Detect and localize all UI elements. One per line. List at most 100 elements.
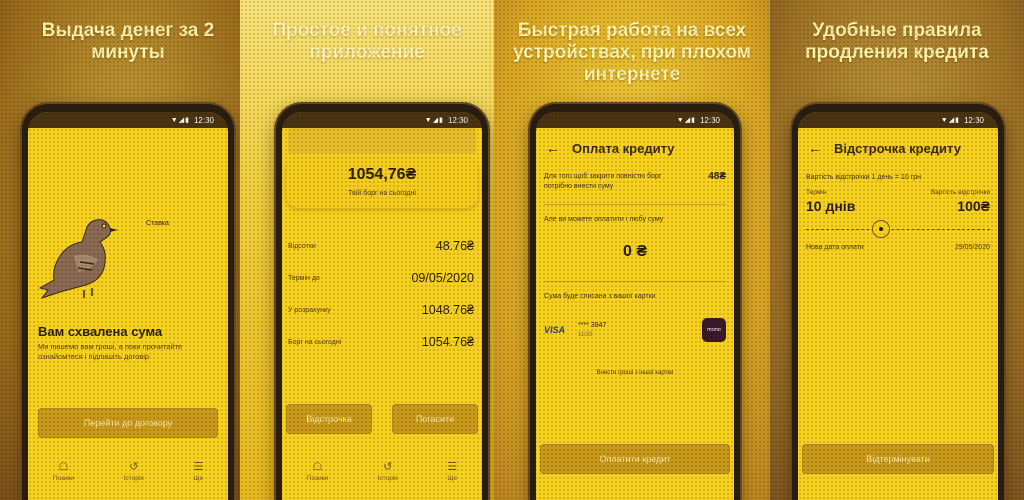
tab-history[interactable]: ↺ Історія (124, 460, 144, 482)
detail-value: 09/05/2020 (411, 271, 474, 285)
promo-panel-3: Быстрая работа на всех устройствах, при … (494, 0, 770, 500)
detail-row: У розрахунку 1048.76₴ (288, 294, 474, 326)
top-bar: ← Відстрочка кредиту (798, 128, 998, 168)
pay-credit-button[interactable]: Оплатити кредит (540, 444, 730, 474)
card-number: **** 3947 11/25 (578, 322, 606, 338)
loan-details: Відсотки 48.76₴ Термін до 09/05/2020 У р… (288, 230, 474, 358)
detail-row: Термін до 09/05/2020 (288, 262, 474, 294)
promo-panel-2: Простое и понятное приложение ▼◢▮ 12:30 … (240, 0, 494, 500)
debt-amount: 1054,76₴ (347, 166, 417, 183)
deferral-form: Вартість відстрочки 1 день = 10 грн Терм… (806, 174, 990, 251)
headline: Выдача денег за 2 минуты (41, 20, 215, 63)
phone-frame: ▼◢▮ 12:30 Ставка Вам схвалена сума Ми пи… (22, 104, 234, 500)
tab-loans[interactable]: ☖ Позики (53, 460, 74, 482)
headline: Быстрая работа на всех устройствах, при … (513, 20, 751, 85)
tab-bar: ☖ Позики ↺ Історія ☰ Ще (28, 456, 228, 496)
status-bar: ▼◢▮ 12:30 (536, 112, 734, 128)
card-debit-text: Сума буде списана з вашої картки (544, 293, 656, 300)
cost-per-day: Вартість відстрочки 1 день = 10 грн (806, 174, 921, 181)
payment-form: Для того щоб закрити повністю борг потрі… (544, 172, 726, 376)
tab-history[interactable]: ↺ Історія (378, 460, 398, 482)
menu-icon: ☰ (447, 461, 458, 473)
status-bar: ▼◢▮ 12:30 (28, 112, 228, 128)
term-block: Термін 10 днів (806, 189, 855, 214)
slider-knob[interactable] (872, 220, 891, 238)
bank-logo-icon: mono (702, 318, 726, 342)
phone-screen: ▼◢▮ 12:30 Ставка Вам схвалена сума Ми пи… (28, 112, 228, 500)
card-expiry: 11/25 (578, 332, 593, 338)
headline: Удобные правила продления кредита (805, 20, 989, 63)
go-to-contract-button[interactable]: Перейти до договору (38, 408, 218, 438)
tab-label: Історія (377, 475, 398, 482)
notice-banner (288, 128, 476, 154)
signal-icon: ▼◢▮ (940, 117, 960, 124)
status-time: 12:30 (193, 115, 214, 125)
repay-button[interactable]: Погасити (392, 404, 478, 434)
term-label: Термін (806, 189, 827, 196)
page-title: Відстрочка кредиту (834, 140, 961, 156)
tab-loans[interactable]: ☖ Позики (307, 460, 328, 482)
signal-icon: ▼◢▮ (424, 117, 444, 124)
detail-value: 1054.76₴ (421, 335, 474, 349)
term-summary: Термін 10 днів Вартість відстрочки 100₴ (806, 189, 990, 214)
other-card-link[interactable]: Внести гроші з іншої картки (544, 370, 726, 376)
amount-input[interactable]: 0 ₴ (544, 243, 726, 261)
pigeon-illustration (34, 202, 134, 302)
cost-value: 100₴ (957, 198, 990, 214)
tab-more[interactable]: ☰ Ще (447, 460, 457, 482)
tab-label: Ще (193, 475, 204, 482)
pigeon-icon (38, 219, 118, 299)
phone-frame: ▼◢▮ 12:30 ← Відстрочка кредиту Вартість … (792, 104, 1004, 500)
tab-more[interactable]: ☰ Ще (193, 460, 203, 482)
divider (544, 281, 726, 282)
new-date-row: Нова дата оплати 29/05/2020 (806, 244, 990, 251)
promo-panel-1: Выдача денег за 2 минуты ▼◢▮ 12:30 Ставк… (0, 0, 256, 500)
detail-label: Відсотки (288, 242, 316, 250)
headline: Простое и понятное приложение (272, 20, 462, 63)
new-date-value: 29/05/2020 (954, 244, 990, 251)
status-bar: ▼◢▮ 12:30 (798, 112, 998, 128)
loan-icon: ☖ (312, 461, 323, 473)
divider (544, 204, 726, 205)
new-date-label: Нова дата оплати (806, 244, 864, 251)
back-arrow-icon[interactable]: ← (808, 140, 822, 156)
tab-bar: ☖ Позики ↺ Історія ☰ Ще (282, 456, 482, 496)
speech-bubble: Ставка (146, 220, 169, 227)
detail-row: Борг на сьогодні 1054.76₴ (288, 326, 474, 358)
slider-track (806, 229, 990, 230)
detail-label: Термін до (288, 274, 320, 282)
detail-value: 48.76₴ (435, 239, 474, 253)
detail-label: Борг на сьогодні (288, 338, 342, 346)
tab-label: Позики (306, 475, 329, 482)
phone-screen: ▼◢▮ 12:30 ← Відстрочка кредиту Вартість … (798, 112, 998, 500)
debt-card: 1054,76₴ Твій борг на сьогодні (286, 158, 478, 208)
status-bar: ▼◢▮ 12:30 (282, 112, 482, 128)
phone-screen: ▼◢▮ 12:30 1054,76₴ Твій борг на сьогодні… (282, 112, 482, 500)
defer-button[interactable]: Відстрочка (286, 404, 372, 434)
phone-frame: ▼◢▮ 12:30 ← Оплата кредиту Для того щоб … (530, 104, 740, 500)
status-time: 12:30 (447, 115, 468, 125)
card-number-text: **** 3947 (578, 322, 607, 329)
page-title: Оплата кредиту (572, 140, 675, 156)
phone-screen: ▼◢▮ 12:30 ← Оплата кредиту Для того щоб … (536, 112, 734, 500)
history-icon: ↺ (129, 461, 139, 473)
detail-label: У розрахунку (288, 306, 331, 314)
detail-row: Відсотки 48.76₴ (288, 230, 474, 262)
postpone-button[interactable]: Відтермінувати (802, 444, 994, 474)
full-pay-text: Для того щоб закрити повністю борг потрі… (544, 173, 662, 190)
any-amount-text: Але ви можете оплатити і любу суму (544, 216, 664, 223)
status-time: 12:30 (699, 115, 720, 125)
term-slider[interactable] (806, 220, 990, 240)
card-selector[interactable]: VISA **** 3947 11/25 mono (544, 318, 726, 342)
approved-title: Вам схвалена сума (38, 324, 163, 339)
phone-frame: ▼◢▮ 12:30 1054,76₴ Твій борг на сьогодні… (276, 104, 488, 500)
debt-caption: Твій борг на сьогодні (348, 190, 416, 197)
history-icon: ↺ (383, 461, 393, 473)
back-arrow-icon[interactable]: ← (546, 140, 560, 156)
loan-icon: ☖ (58, 461, 69, 473)
tab-label: Ще (447, 475, 458, 482)
full-pay-amount: 48₴ (708, 171, 726, 182)
term-value: 10 днів (806, 198, 856, 214)
approved-text: Ми пишемо вам гроші, а поки прочитайте о… (38, 342, 183, 361)
full-pay-row: Для того щоб закрити повністю борг потрі… (544, 172, 726, 192)
